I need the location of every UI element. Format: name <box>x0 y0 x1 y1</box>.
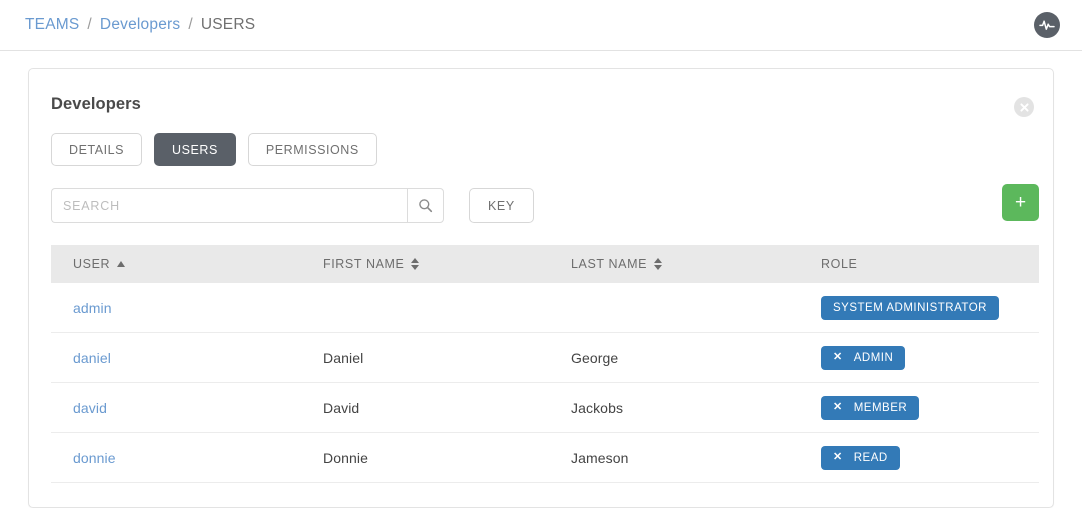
role-badge-label: READ <box>853 451 888 464</box>
tab-users[interactable]: USERS <box>154 133 236 166</box>
cell-role: ✕ ADMIN <box>821 345 1039 370</box>
page-title: Developers <box>51 95 141 113</box>
breadcrumb-separator: / <box>87 16 92 33</box>
search-group <box>51 188 444 223</box>
role-badge-label: SYSTEM ADMINISTRATOR <box>833 301 987 314</box>
remove-role-icon[interactable]: ✕ <box>833 452 843 463</box>
team-detail-card: Developers DETAILS USERS PERMISSIONS KEY… <box>28 68 1054 508</box>
cell-first-name: David <box>323 399 360 416</box>
breadcrumb: TEAMS / Developers / USERS <box>25 16 255 34</box>
cell-first-name: Donnie <box>323 449 368 466</box>
tab-permissions[interactable]: PERMISSIONS <box>247 133 377 166</box>
cell-last-name: Jameson <box>571 449 629 466</box>
role-badge[interactable]: ✕ READ <box>821 445 900 470</box>
close-icon[interactable] <box>1014 97 1034 117</box>
search-input[interactable] <box>51 188 407 223</box>
cell-last-name: George <box>571 349 619 366</box>
cell-first-name: Daniel <box>323 349 364 366</box>
key-button[interactable]: KEY <box>469 188 534 223</box>
tab-bar: DETAILS USERS PERMISSIONS <box>29 114 1053 166</box>
column-header-last-name[interactable]: LAST NAME <box>571 257 821 271</box>
cell-role: SYSTEM ADMINISTRATOR <box>821 295 1039 320</box>
breadcrumb-item-developers[interactable]: Developers <box>100 16 180 34</box>
sort-ascending-icon <box>117 261 126 267</box>
user-link[interactable]: daniel <box>73 350 111 366</box>
table-row: david David Jackobs ✕ MEMBER <box>51 383 1039 433</box>
column-label-user: USER <box>73 257 111 271</box>
cell-user: daniel <box>73 350 323 366</box>
column-header-user[interactable]: USER <box>73 257 323 271</box>
column-label-first-name: FIRST NAME <box>323 257 405 271</box>
column-header-role: ROLE <box>821 257 1039 271</box>
breadcrumb-item-users: USERS <box>200 16 256 33</box>
search-icon <box>419 199 433 213</box>
search-toolbar: KEY + <box>29 166 1053 223</box>
role-badge: SYSTEM ADMINISTRATOR <box>821 295 999 320</box>
user-link[interactable]: admin <box>73 300 112 316</box>
cell-user: admin <box>73 300 323 316</box>
role-badge-label: MEMBER <box>853 401 908 414</box>
role-badge[interactable]: ✕ ADMIN <box>821 345 906 370</box>
activity-stream-icon[interactable] <box>1034 12 1060 38</box>
cell-last-name: Jackobs <box>571 399 624 416</box>
top-bar: TEAMS / Developers / USERS <box>0 0 1082 51</box>
cell-user: david <box>73 400 323 416</box>
column-label-last-name: LAST NAME <box>571 257 648 271</box>
tab-details[interactable]: DETAILS <box>51 133 143 166</box>
cell-role: ✕ MEMBER <box>821 395 1039 420</box>
table-header-row: USER FIRST NAME LAST NAME ROLE <box>51 245 1039 283</box>
sort-toggle-icon <box>654 258 663 270</box>
remove-role-icon[interactable]: ✕ <box>833 402 843 413</box>
role-badge-label: ADMIN <box>853 351 894 364</box>
user-link[interactable]: donnie <box>73 450 116 466</box>
search-button[interactable] <box>407 188 444 223</box>
remove-role-icon[interactable]: ✕ <box>833 352 843 363</box>
breadcrumb-item-teams[interactable]: TEAMS <box>25 16 79 34</box>
sort-toggle-icon <box>411 258 420 270</box>
column-label-role: ROLE <box>821 257 858 271</box>
cell-user: donnie <box>73 450 323 466</box>
column-header-first-name[interactable]: FIRST NAME <box>323 257 571 271</box>
user-link[interactable]: david <box>73 400 107 416</box>
table-row: admin SYSTEM ADMINISTRATOR <box>51 283 1039 333</box>
cell-role: ✕ READ <box>821 445 1039 470</box>
table-row: donnie Donnie Jameson ✕ READ <box>51 433 1039 483</box>
users-table: USER FIRST NAME LAST NAME ROLE admin SYS… <box>51 245 1039 483</box>
table-row: daniel Daniel George ✕ ADMIN <box>51 333 1039 383</box>
add-user-button[interactable]: + <box>1002 184 1039 221</box>
role-badge[interactable]: ✕ MEMBER <box>821 395 920 420</box>
breadcrumb-separator: / <box>188 16 193 33</box>
